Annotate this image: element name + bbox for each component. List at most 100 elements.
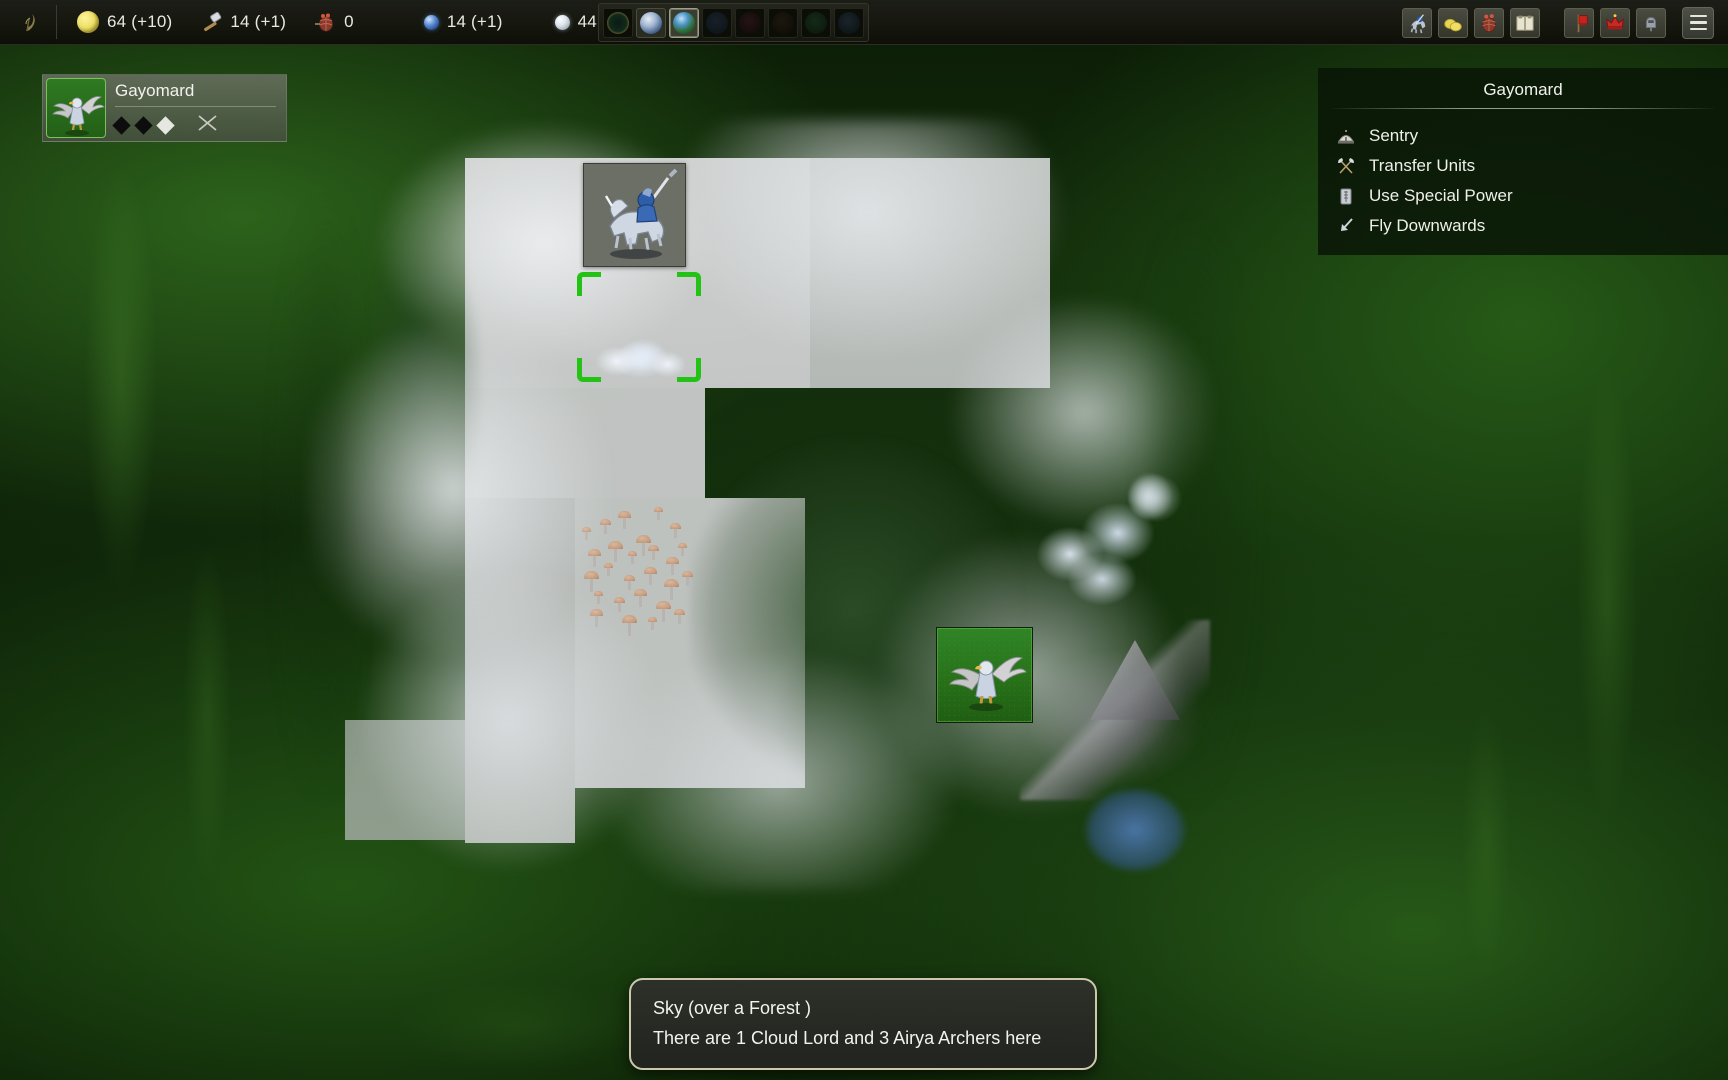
resource-blue-mana-value: 14 (+1)	[446, 12, 503, 31]
resource-population[interactable]: 0	[300, 0, 368, 45]
terrain-chunk	[465, 498, 575, 843]
unexplored-edge	[1150, 140, 1290, 880]
mushroom-sprite	[594, 591, 603, 605]
research-button[interactable]	[1510, 7, 1540, 38]
action-label: Sentry	[1369, 126, 1419, 145]
action-sentry[interactable]: Sentry	[1326, 121, 1728, 151]
top-resource-bar: 64 (+10) 14 (+1) 0 14 (+1) 44	[0, 0, 1728, 45]
resource-population-value: 0	[344, 12, 354, 31]
resource-gold-value: 64 (+10)	[107, 12, 173, 31]
resource-production-value: 14 (+1)	[230, 12, 287, 31]
action-panel-title: Gayomard	[1483, 80, 1563, 99]
unit-meta: Gayomard	[109, 75, 286, 141]
cloud-cluster	[1030, 470, 1190, 610]
plane-layer-selector[interactable]	[598, 3, 869, 42]
mushroom-sprite	[590, 609, 603, 629]
tent-icon	[1336, 126, 1356, 146]
mushroom-sprite	[628, 551, 637, 565]
empire-button[interactable]	[1600, 7, 1630, 38]
unit-stats	[112, 107, 276, 137]
mushroom-sprite	[648, 617, 657, 631]
cloud-cluster	[1110, 460, 1190, 540]
crossed-axes-icon	[1336, 156, 1356, 176]
cities-button[interactable]	[1474, 7, 1504, 38]
mushroom-sprite	[622, 615, 637, 638]
action-fly-downwards[interactable]: Fly Downwards	[1326, 211, 1728, 241]
unit-stack-frame[interactable]	[583, 163, 686, 267]
units-button[interactable]	[1402, 7, 1432, 38]
layer-tab-world[interactable]	[669, 7, 699, 38]
mushroom-sprite	[664, 579, 679, 602]
menu-bar-line	[1689, 27, 1707, 31]
mushroom-forest	[578, 505, 708, 638]
white-mana-icon	[554, 14, 570, 30]
terrain-chunk	[810, 158, 1050, 388]
layer-tab-moon[interactable]	[636, 7, 666, 38]
terrain-tooltip: Sky (over a Forest ) There are 1 Cloud L…	[629, 978, 1097, 1070]
mushroom-sprite	[618, 511, 631, 531]
heroes-button[interactable]	[1636, 7, 1666, 38]
mushroom-sprite	[678, 543, 687, 557]
mushroom-sprite	[608, 541, 623, 564]
blue-mana-icon	[423, 14, 439, 30]
resource-gold[interactable]: 64 (+10)	[63, 0, 186, 45]
layer-tab-shadow[interactable]	[702, 7, 732, 38]
action-label: Fly Downwards	[1369, 216, 1486, 235]
feather-icon	[18, 11, 40, 33]
scroll-icon	[1336, 186, 1356, 206]
unexplored-edge	[260, 120, 350, 880]
top-toolbar	[1402, 0, 1728, 45]
terrain-chunk	[345, 720, 465, 840]
faction-emblem[interactable]	[0, 0, 50, 45]
mushroom-sprite	[648, 545, 659, 562]
tooltip-line-units: There are 1 Cloud Lord and 3 Airya Arche…	[653, 1028, 1042, 1048]
mushroom-sprite	[604, 563, 613, 577]
population-icon	[314, 11, 336, 33]
lake	[1080, 780, 1190, 880]
mushroom-sprite	[644, 567, 657, 587]
action-label: Use Special Power	[1369, 186, 1513, 205]
terrain-chunk	[465, 388, 705, 498]
treasury-button[interactable]	[1438, 7, 1468, 38]
mushroom-sprite	[682, 571, 693, 588]
gayomard-map-sprite	[937, 628, 1032, 722]
unit-portrait[interactable]	[46, 78, 106, 138]
layer-tab-frost[interactable]	[834, 7, 864, 38]
action-use-special-power[interactable]: Use Special Power	[1326, 181, 1728, 211]
layer-tab-ash[interactable]	[768, 7, 798, 38]
mushroom-sprite	[670, 523, 681, 540]
movement-pip	[112, 116, 131, 135]
divider	[56, 5, 57, 39]
menu-bar-line	[1689, 21, 1707, 24]
resource-blue-mana[interactable]: 14 (+1)	[368, 0, 517, 45]
gold-coin-icon	[77, 11, 99, 33]
menu-button[interactable]	[1682, 6, 1714, 39]
winged-unit-icon	[52, 96, 105, 136]
mushroom-sprite	[674, 609, 685, 626]
mushroom-sprite	[614, 597, 625, 614]
unit-name: Gayomard	[115, 81, 195, 100]
menu-bar-line	[1689, 14, 1707, 18]
layer-tab-ember[interactable]	[735, 7, 765, 38]
mushroom-sprite	[666, 557, 679, 577]
selection-brackets	[577, 272, 701, 382]
movement-pip	[156, 116, 175, 135]
selected-tile[interactable]	[936, 627, 1033, 723]
mushroom-sprite	[582, 527, 591, 541]
unit-action-panel: Gayomard Sentry Transfer Units Use Speci…	[1318, 68, 1728, 255]
layer-tab-void[interactable]	[603, 7, 633, 38]
mushroom-sprite	[600, 519, 611, 536]
divider	[1332, 108, 1714, 109]
selected-unit-card[interactable]: Gayomard	[42, 74, 287, 142]
action-transfer-units[interactable]: Transfer Units	[1326, 151, 1728, 181]
mushroom-sprite	[634, 589, 647, 609]
resource-production[interactable]: 14 (+1)	[186, 0, 300, 45]
mountain-peak	[1090, 640, 1180, 720]
hammer-icon	[200, 11, 222, 33]
diplomacy-button[interactable]	[1564, 7, 1594, 38]
cloud-lord-rider-icon	[584, 164, 685, 266]
mushroom-sprite	[588, 549, 601, 569]
mushroom-sprite	[654, 507, 663, 521]
layer-tab-verdant[interactable]	[801, 7, 831, 38]
tooltip-line-terrain: Sky (over a Forest )	[653, 998, 812, 1018]
